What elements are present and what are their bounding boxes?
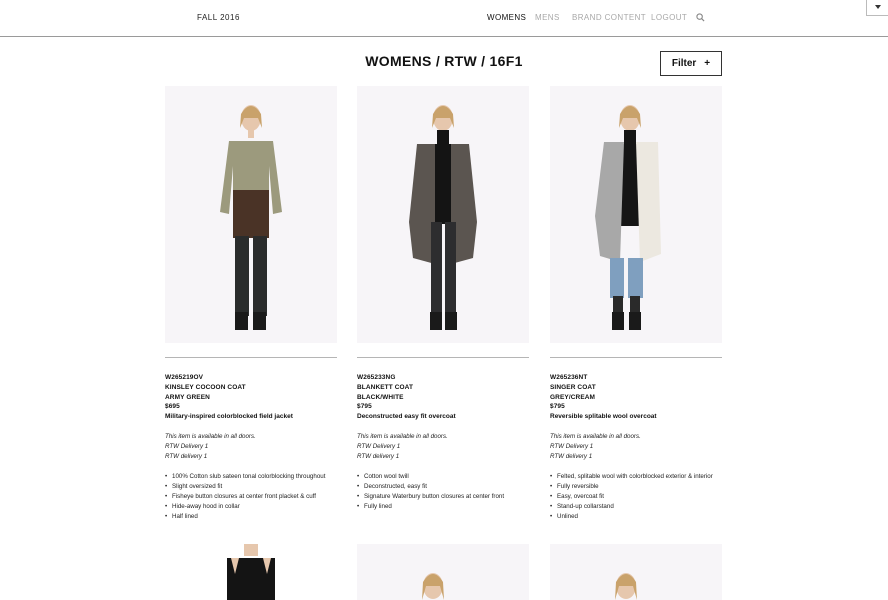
model-figure bbox=[615, 573, 637, 600]
product-info: W265236NT SINGER COAT GREY/CREAM $795 Re… bbox=[550, 373, 722, 522]
product-description: Reversible splitable wool overcoat bbox=[550, 413, 657, 421]
product-info: W265219OV KINSLEY COCOON COAT ARMY GREEN… bbox=[165, 373, 337, 522]
product-color: BLACK/WHITE bbox=[357, 393, 404, 401]
product-image[interactable] bbox=[357, 86, 529, 343]
feature-item: Cotton wool twill bbox=[357, 472, 529, 482]
feature-item: Fisheye button closures at center front … bbox=[165, 492, 337, 502]
feature-item: Unlined bbox=[550, 512, 722, 522]
season-label: FALL 2016 bbox=[197, 13, 240, 22]
product-image[interactable] bbox=[550, 544, 722, 600]
plus-icon: + bbox=[704, 58, 711, 69]
availability-block: This item is available in all doors. RTW… bbox=[357, 432, 529, 462]
feature-list: Cotton wool twill Deconstructed, easy fi… bbox=[357, 472, 529, 512]
availability-text: This item is available in all doors. bbox=[165, 432, 256, 440]
product-description: Military-inspired colorblocked field jac… bbox=[165, 413, 293, 421]
feature-item: Half lined bbox=[165, 512, 337, 522]
feature-item: Hide-away hood in collar bbox=[165, 502, 337, 512]
feature-list: Felted, splitable wool with colorblocked… bbox=[550, 472, 722, 522]
feature-item: Easy, overcoat fit bbox=[550, 492, 722, 502]
feature-item: Slight oversized fit bbox=[165, 482, 337, 492]
divider bbox=[357, 357, 529, 358]
feature-item: Felted, splitable wool with colorblocked… bbox=[550, 472, 722, 482]
model-figure bbox=[422, 573, 444, 600]
divider bbox=[550, 357, 722, 358]
product-price: $795 bbox=[550, 403, 565, 411]
product-color: GREY/CREAM bbox=[550, 393, 596, 401]
delivery-line: RTW Delivery 1 bbox=[550, 442, 594, 450]
delivery-line: RTW Delivery 1 bbox=[357, 442, 401, 450]
nav-mens[interactable]: MENS bbox=[535, 13, 560, 22]
product-image[interactable] bbox=[165, 86, 337, 343]
product-image[interactable] bbox=[165, 544, 337, 600]
availability-text: This item is available in all doors. bbox=[550, 432, 641, 440]
feature-item: Deconstructed, easy fit bbox=[357, 482, 529, 492]
product-card: W265233NG BLANKETT COAT BLACK/WHITE $795… bbox=[357, 86, 529, 512]
delivery-line: RTW delivery 1 bbox=[165, 452, 208, 460]
product-sku: W265219OV bbox=[165, 374, 204, 381]
model-figure bbox=[409, 105, 477, 330]
feature-item: Stand-up collarstand bbox=[550, 502, 722, 512]
product-sku: W265233NG bbox=[357, 374, 396, 381]
product-name[interactable]: SINGER COAT bbox=[550, 383, 722, 393]
product-price: $795 bbox=[357, 403, 372, 411]
delivery-line: RTW Delivery 1 bbox=[165, 442, 209, 450]
product-color: ARMY GREEN bbox=[165, 393, 210, 401]
caret-down-icon bbox=[875, 5, 881, 9]
filter-label: Filter bbox=[671, 58, 697, 69]
page-title: WOMENS / RTW / 16F1 bbox=[365, 53, 523, 69]
product-info: W265233NG BLANKETT COAT BLACK/WHITE $795… bbox=[357, 373, 529, 512]
search-icon[interactable] bbox=[696, 13, 705, 22]
delivery-line: RTW delivery 1 bbox=[357, 452, 400, 460]
product-card: W265236NT SINGER COAT GREY/CREAM $795 Re… bbox=[550, 86, 722, 522]
feature-item: 100% Cotton slub sateen tonal colorblock… bbox=[165, 472, 337, 482]
account-dropdown[interactable] bbox=[866, 0, 888, 16]
availability-block: This item is available in all doors. RTW… bbox=[550, 432, 722, 462]
divider bbox=[165, 357, 337, 358]
filter-button[interactable]: Filter + bbox=[660, 51, 722, 76]
availability-text: This item is available in all doors. bbox=[357, 432, 448, 440]
nav-womens[interactable]: WOMENS bbox=[487, 13, 526, 22]
product-description: Deconstructed easy fit overcoat bbox=[357, 413, 456, 421]
model-figure bbox=[227, 544, 275, 600]
nav-logout[interactable]: LOGOUT bbox=[651, 13, 687, 22]
feature-item: Fully reversible bbox=[550, 482, 722, 492]
top-navigation-bar: FALL 2016 WOMENS MENS BRAND CONTENT LOGO… bbox=[0, 0, 888, 37]
product-card: W265219OV KINSLEY COCOON COAT ARMY GREEN… bbox=[165, 86, 337, 522]
nav-brand-content[interactable]: BRAND CONTENT bbox=[572, 13, 646, 22]
model-figure bbox=[220, 105, 282, 330]
availability-block: This item is available in all doors. RTW… bbox=[165, 432, 337, 462]
product-name[interactable]: KINSLEY COCOON COAT bbox=[165, 383, 337, 393]
model-figure bbox=[595, 105, 661, 330]
product-name[interactable]: BLANKETT COAT bbox=[357, 383, 529, 393]
product-image[interactable] bbox=[357, 544, 529, 600]
feature-item: Fully lined bbox=[357, 502, 529, 512]
feature-list: 100% Cotton slub sateen tonal colorblock… bbox=[165, 472, 337, 522]
product-price: $695 bbox=[165, 403, 180, 411]
feature-item: Signature Waterbury button closures at c… bbox=[357, 492, 529, 502]
product-sku: W265236NT bbox=[550, 374, 588, 381]
delivery-line: RTW delivery 1 bbox=[550, 452, 593, 460]
product-image[interactable] bbox=[550, 86, 722, 343]
